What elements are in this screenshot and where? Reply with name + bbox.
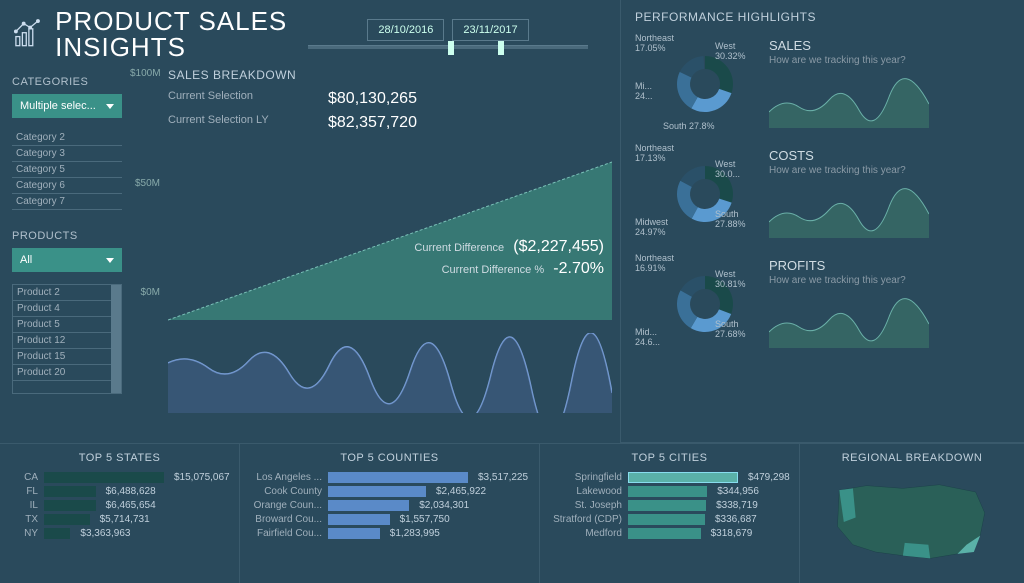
categories-label: CATEGORIES (12, 76, 148, 88)
list-item[interactable]: Product 12 (13, 333, 121, 349)
list-item[interactable]: Product 15 (13, 349, 121, 365)
products-label: PRODUCTS (12, 230, 148, 242)
bar-row[interactable]: Fairfield Cou...$1,283,995 (252, 528, 527, 539)
bar-row[interactable]: Stratford (CDP)$336,687 (552, 514, 787, 525)
bar-row[interactable]: FL$6,488,628 (12, 486, 227, 497)
bar-row[interactable]: St. Joseph$338,719 (552, 500, 787, 511)
bar-row[interactable]: NY$3,363,963 (12, 528, 227, 539)
metric-name: SALES (769, 38, 1010, 53)
sparkline[interactable] (769, 72, 929, 128)
current-selection-ly-value: $82,357,720 (328, 114, 417, 132)
list-item[interactable]: Category 5 (12, 162, 122, 178)
sparkline[interactable] (769, 292, 929, 348)
bar-row[interactable]: Broward Cou...$1,557,750 (252, 514, 527, 525)
highlights-title: PERFORMANCE HIGHLIGHTS (635, 10, 1010, 24)
products-dropdown[interactable]: All (12, 248, 122, 272)
breakdown-title: SALES BREAKDOWN (168, 68, 612, 82)
sales-area-chart[interactable] (168, 142, 612, 322)
date-start[interactable]: 28/10/2016 (367, 19, 444, 41)
logo-icon (12, 10, 43, 58)
donut-chart[interactable]: Northeast 17.13%West 30.0...Midwest 24.9… (635, 144, 755, 244)
diff-value: ($2,227,455) (513, 238, 604, 255)
bar-row[interactable]: IL$6,465,654 (12, 500, 227, 511)
list-item[interactable]: Category 7 (12, 194, 122, 210)
bar-row[interactable]: TX$5,714,731 (12, 514, 227, 525)
top-cities-title: TOP 5 CITIES (552, 452, 787, 464)
chevron-down-icon (106, 104, 114, 109)
top-states-title: TOP 5 STATES (12, 452, 227, 464)
list-item[interactable]: Product 4 (13, 301, 121, 317)
page-title: PRODUCT SALES INSIGHTS (55, 8, 296, 60)
top-counties-title: TOP 5 COUNTIES (252, 452, 527, 464)
us-map[interactable] (812, 472, 1012, 572)
sparkline[interactable] (769, 182, 929, 238)
products-list[interactable]: Product 2Product 4Product 5Product 12Pro… (12, 284, 122, 394)
diff-pct-value: -2.70% (553, 260, 604, 277)
list-item[interactable]: Product 2 (13, 285, 121, 301)
bar-row[interactable]: Medford$318,679 (552, 528, 787, 539)
metric-name: PROFITS (769, 258, 1010, 273)
bar-row[interactable]: Cook County$2,465,922 (252, 486, 527, 497)
donut-chart[interactable]: Northeast 17.05%West 30.32%Mi... 24...So… (635, 34, 755, 134)
list-item[interactable]: Product 20 (13, 365, 121, 381)
regional-title: REGIONAL BREAKDOWN (812, 452, 1012, 464)
variance-sparkline[interactable] (168, 333, 612, 413)
list-item[interactable]: Product 5 (13, 317, 121, 333)
list-item[interactable]: Category 2 (12, 130, 122, 146)
categories-dropdown[interactable]: Multiple selec... (12, 94, 122, 118)
bar-row[interactable]: Los Angeles ...$3,517,225 (252, 472, 527, 483)
bar-row[interactable]: Orange Coun...$2,034,301 (252, 500, 527, 511)
metric-name: COSTS (769, 148, 1010, 163)
date-end[interactable]: 23/11/2017 (452, 19, 528, 41)
bar-row[interactable]: Springfield$479,298 (552, 472, 787, 483)
bar-row[interactable]: Lakewood$344,956 (552, 486, 787, 497)
current-selection-value: $80,130,265 (328, 90, 417, 108)
categories-list[interactable]: Category 2Category 3Category 5Category 6… (12, 130, 122, 210)
date-range-slider[interactable]: 28/10/2016 23/11/2017 (308, 19, 608, 49)
list-item[interactable]: Category 3 (12, 146, 122, 162)
bar-row[interactable]: CA$15,075,067 (12, 472, 227, 483)
chevron-down-icon (106, 258, 114, 263)
list-item[interactable]: Category 6 (12, 178, 122, 194)
donut-chart[interactable]: Northeast 16.91%West 30.81%Mid... 24.6..… (635, 254, 755, 354)
